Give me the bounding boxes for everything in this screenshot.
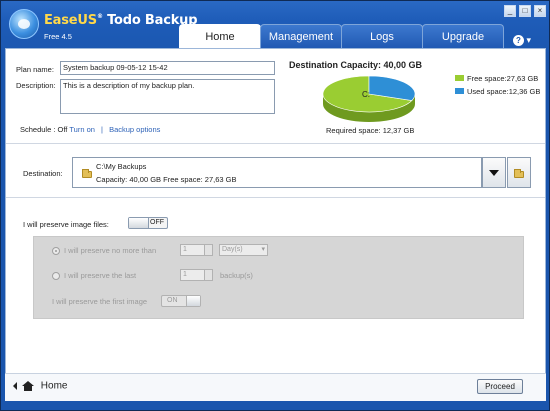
app-window: EaseUS® Todo Backup Free 4.5 _ □ × Home …	[0, 0, 550, 411]
app-brand: EaseUS® Todo Backup	[44, 13, 198, 28]
capacity-pie-chart: C:	[322, 75, 416, 122]
preserve-toggle[interactable]: OFF	[128, 217, 168, 229]
preserve-options-panel: I will preserve no more than 1 Day(s) ▾ …	[33, 236, 524, 319]
preserve-first-toggle[interactable]: ON	[161, 295, 201, 307]
proceed-button[interactable]: Proceed	[477, 379, 523, 394]
destination-label: Destination:	[23, 169, 63, 178]
easeus-logo-icon	[9, 9, 39, 39]
app-edition: Free 4.5	[44, 32, 72, 41]
preserve-first-toggle-state: ON	[167, 297, 178, 304]
chevron-down-icon	[489, 170, 499, 176]
footer-bar: Home Proceed	[5, 373, 546, 401]
chevron-down-icon: ▾	[526, 35, 532, 45]
help-menu[interactable]: ? ▾	[513, 35, 531, 46]
close-button[interactable]: ×	[534, 5, 546, 17]
pie-drive-label: C:	[362, 90, 370, 99]
browse-folder-button[interactable]	[507, 157, 531, 188]
folder-icon	[514, 169, 524, 178]
toggle-knob	[129, 218, 149, 228]
preserve-last-label: I will preserve the last	[64, 271, 137, 280]
used-space-swatch	[455, 88, 464, 94]
preserve-days-label: I will preserve no more than	[64, 246, 157, 255]
preserve-last-radio[interactable]	[52, 272, 60, 280]
destination-path: C:\My Backups	[96, 162, 147, 171]
preserve-unit-dropdown[interactable]: Day(s) ▾	[219, 244, 268, 256]
used-space-label: Used space:12,36 GB	[467, 87, 541, 96]
schedule-label: Schedule : Off	[20, 125, 68, 134]
description-label: Description:	[16, 81, 56, 90]
schedule-status: Schedule : Off Turn on | Backup options	[20, 125, 160, 134]
preserve-last-unit: backup(s)	[220, 271, 253, 280]
folder-icon	[82, 169, 92, 178]
tab-upgrade[interactable]: Upgrade	[422, 24, 504, 48]
tab-home[interactable]: Home	[179, 24, 261, 49]
preserve-last-stepper[interactable]: 1	[180, 269, 213, 281]
preserve-days-radio[interactable]	[52, 247, 60, 255]
toggle-knob	[186, 296, 200, 306]
link-separator: |	[101, 125, 103, 134]
backup-options-link[interactable]: Backup options	[109, 125, 160, 134]
description-input[interactable]: This is a description of my backup plan.	[60, 79, 275, 114]
plan-name-label: Plan name:	[16, 65, 54, 74]
free-space-label: Free space:27,63 GB	[467, 74, 539, 83]
turn-on-link[interactable]: Turn on	[69, 125, 95, 134]
home-label: Home	[40, 380, 68, 392]
destination-capacity: Capacity: 40,00 GB Free space: 27,63 GB	[96, 175, 237, 184]
brand-prefix: EaseUS	[44, 13, 97, 28]
help-icon: ?	[513, 35, 524, 46]
section-divider	[6, 197, 545, 198]
main-content: Plan name: System backup 09-05-12 15-42 …	[5, 48, 546, 401]
free-space-swatch	[455, 75, 464, 81]
preserve-days-stepper[interactable]: 1	[180, 244, 213, 256]
home-nav[interactable]: Home	[12, 379, 67, 393]
destination-capacity-title: Destination Capacity: 40,00 GB	[289, 60, 423, 70]
tab-logs[interactable]: Logs	[341, 24, 423, 48]
tab-management[interactable]: Management	[260, 24, 342, 48]
section-divider	[6, 143, 545, 144]
maximize-button[interactable]: □	[519, 5, 531, 17]
preserve-label: I will preserve image files:	[23, 220, 109, 229]
plan-name-input[interactable]: System backup 09-05-12 15-42	[60, 61, 275, 75]
chevron-down-icon: ▾	[261, 246, 265, 253]
preserve-unit-value: Day(s)	[222, 246, 243, 253]
back-home-icon	[13, 381, 34, 391]
destination-field[interactable]: C:\My Backups Capacity: 40,00 GB Free sp…	[72, 157, 482, 188]
destination-dropdown-button[interactable]	[482, 157, 506, 188]
required-space-label: Required space: 12,37 GB	[326, 126, 415, 135]
minimize-button[interactable]: _	[504, 5, 516, 17]
preserve-toggle-state: OFF	[150, 219, 164, 226]
preserve-first-label: I will preserve the first image	[52, 297, 148, 306]
trademark-icon: ®	[96, 13, 103, 20]
